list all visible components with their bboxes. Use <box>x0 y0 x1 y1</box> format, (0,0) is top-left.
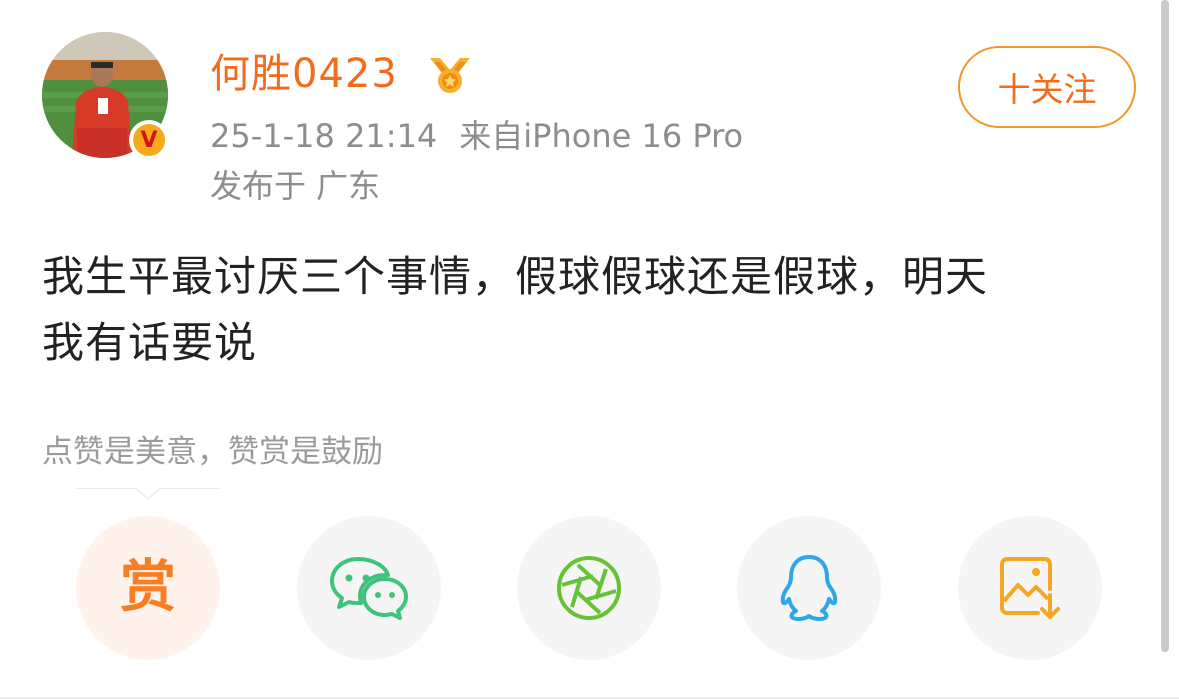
post-timestamp: 25-1-18 21:14 <box>210 117 438 155</box>
post-location: 发布于 广东 <box>210 167 381 205</box>
moments-icon <box>557 556 621 620</box>
author-name[interactable]: 何胜0423 <box>210 46 398 102</box>
post-content: 我生平最讨厌三个事情，假球假球还是假球，明天 我有话要说 <box>42 244 1132 376</box>
verified-badge: V <box>129 120 169 160</box>
wechat-icon <box>330 557 408 620</box>
share-wechat-button[interactable] <box>297 516 441 660</box>
share-moments-button[interactable] <box>517 516 661 660</box>
post-meta: 25-1-18 21:14 来自iPhone 16 Pro <box>210 114 743 158</box>
follow-button[interactable]: 十关注 <box>958 46 1136 128</box>
post-content-line: 我生平最讨厌三个事情，假球假球还是假球，明天 <box>42 252 989 301</box>
reward-button[interactable]: 赏 <box>76 516 220 660</box>
post-source: 来自iPhone 16 Pro <box>459 117 744 155</box>
pointer-caret <box>134 487 162 500</box>
verified-v-icon: V <box>133 124 165 156</box>
scrollbar[interactable] <box>1161 0 1169 652</box>
save-image-button[interactable] <box>958 516 1102 660</box>
qq-icon <box>780 555 838 622</box>
share-qq-button[interactable] <box>737 516 881 660</box>
save-image-icon <box>1000 557 1060 619</box>
post-content-line: 我有话要说 <box>42 318 258 367</box>
reward-caption: 点赞是美意，赞赏是鼓励 <box>42 434 383 470</box>
reward-icon: 赏 <box>120 555 176 620</box>
medal-icon <box>430 58 470 93</box>
weibo-post-screen: V 何胜0423 25-1-18 21:14 来自iPhone 16 Pro 发布… <box>0 0 1179 699</box>
